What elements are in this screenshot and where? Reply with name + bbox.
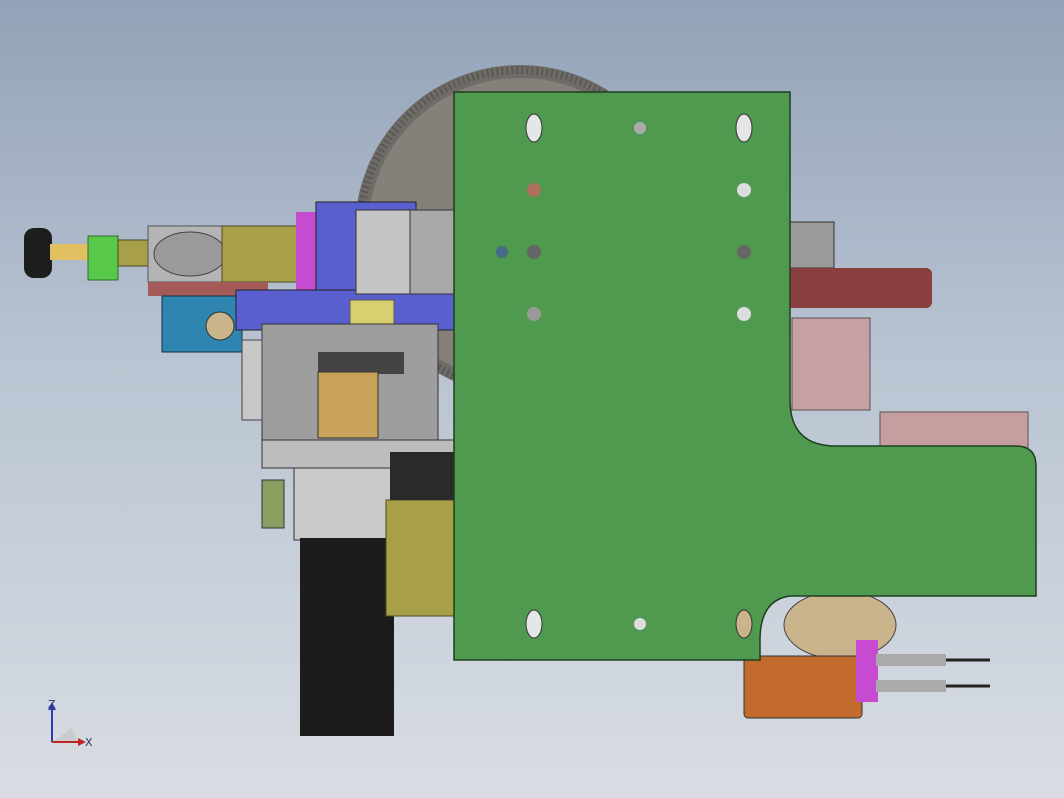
triad-graphic: Z X (48, 698, 93, 749)
cad-model[interactable] (0, 0, 1064, 798)
x-axis-label: X (85, 736, 93, 749)
adjustment-knob[interactable] (24, 228, 119, 281)
right-arm[interactable] (780, 221, 1029, 451)
coordinate-triad-icon: Z X (38, 696, 98, 756)
bottom-wheel[interactable] (783, 590, 897, 660)
sensor-block[interactable] (743, 640, 990, 719)
slide-block[interactable] (117, 225, 299, 296)
connector-housing[interactable] (161, 295, 243, 353)
vertical-frame[interactable] (261, 323, 455, 469)
cad-viewport[interactable]: Z X (0, 0, 1064, 798)
z-axis-label: Z (48, 698, 56, 711)
main-green-plate[interactable] (453, 91, 1037, 661)
servo-motor[interactable] (293, 452, 457, 736)
